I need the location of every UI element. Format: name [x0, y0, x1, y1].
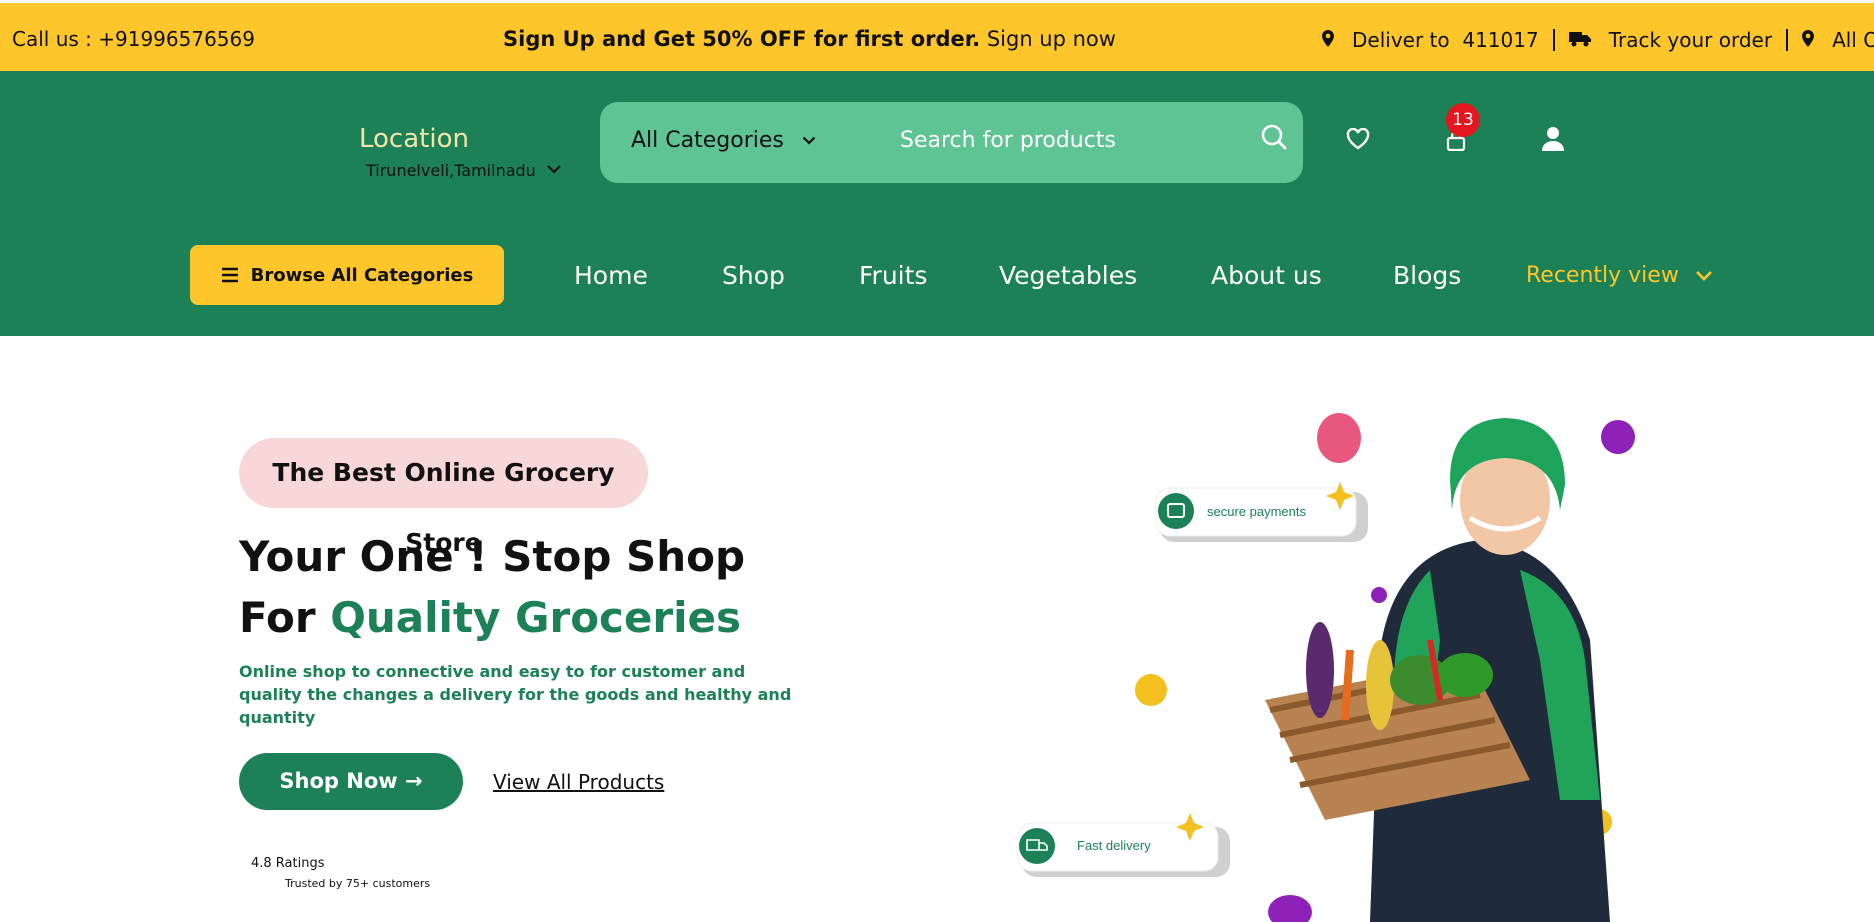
divider	[1552, 29, 1555, 51]
signup-link[interactable]: Sign up now	[987, 27, 1116, 51]
location-pin-icon	[1322, 28, 1334, 52]
delivery-truck-icon	[1019, 828, 1055, 864]
hero-delivery-illustration: secure payments Fast delivery	[1017, 413, 1635, 922]
secure-payments-badge: secure payments	[1155, 482, 1368, 542]
category-select[interactable]: All Categories	[631, 128, 816, 153]
location-pin-icon	[1802, 28, 1815, 52]
secure-payments-label: secure payments	[1207, 504, 1306, 519]
nav-shop[interactable]: Shop	[722, 261, 785, 290]
trusted-by-text: Trusted by 75+ customers	[285, 877, 431, 890]
wallet-icon	[1158, 493, 1194, 529]
hero-description: Online shop to connective and easy to fo…	[239, 662, 792, 727]
hero-tagline-pill: The Best Online Grocery Store	[239, 438, 648, 557]
hero-title: Your One ! Stop Shop For Quality Groceri…	[239, 526, 745, 648]
view-all-products-link[interactable]: View All Products	[493, 770, 664, 794]
decor-dot	[1601, 420, 1635, 454]
nav-fruits[interactable]: Fruits	[859, 261, 927, 290]
hero-title-prefix: For	[239, 593, 316, 642]
main-header: Location Tirunelveli,Tamilnadu All Categ…	[0, 71, 1874, 336]
decor-dot	[1317, 413, 1361, 463]
chevron-down-icon[interactable]	[546, 159, 562, 178]
cart-count-badge: 13	[1446, 103, 1480, 137]
promo-text: Sign Up and Get 50% OFF for first order.	[503, 27, 981, 51]
all-offers-link[interactable]: All Offers	[1832, 28, 1874, 52]
fast-delivery-badge: Fast delivery	[1017, 813, 1230, 877]
truck-icon	[1568, 28, 1591, 52]
nav-blogs[interactable]: Blogs	[1393, 261, 1461, 290]
hero-title-line-1: Your One ! Stop Shop	[239, 532, 746, 581]
decor-dot	[1135, 674, 1167, 706]
track-order-link[interactable]: Track your order	[1609, 28, 1772, 52]
top-announcement-bar: Call us : +91996576569 Sign Up and Get 5…	[0, 3, 1874, 71]
user-account-icon[interactable]	[1541, 126, 1565, 156]
nav-recently-view[interactable]: Recently view	[1526, 263, 1713, 288]
nav-about-us[interactable]: About us	[1211, 261, 1322, 290]
decor-dot	[1268, 895, 1312, 922]
recently-view-label: Recently view	[1526, 263, 1679, 288]
decor-dot	[1371, 587, 1387, 603]
chevron-down-icon	[802, 136, 816, 145]
search-icon[interactable]	[1260, 123, 1288, 155]
search-bar: All Categories	[600, 102, 1303, 183]
browse-button-label: Browse All Categories	[250, 264, 474, 286]
chevron-down-icon	[1695, 271, 1712, 281]
search-input[interactable]	[900, 128, 1240, 153]
shop-now-button[interactable]: Shop Now →	[239, 753, 463, 810]
location-title: Location	[359, 124, 469, 154]
divider	[1786, 29, 1789, 51]
wishlist-heart-icon[interactable]	[1346, 127, 1370, 154]
deliver-to-label: Deliver to	[1352, 28, 1450, 52]
nav-vegetables[interactable]: Vegetables	[999, 261, 1137, 290]
menu-icon	[221, 267, 238, 283]
promo-banner: Sign Up and Get 50% OFF for first order.…	[503, 27, 1116, 51]
category-select-label: All Categories	[631, 128, 784, 153]
nav-home[interactable]: Home	[574, 261, 648, 290]
hero-title-highlight: Quality Groceries	[330, 593, 742, 642]
pincode-value[interactable]: 411017	[1462, 28, 1538, 52]
hero-title-line-2: For Quality Groceries	[239, 587, 745, 648]
fast-delivery-label: Fast delivery	[1077, 838, 1151, 853]
location-value[interactable]: Tirunelveli,Tamilnadu	[366, 161, 536, 180]
topbar-right: Deliver to 411017 Track your order All O…	[1322, 28, 1874, 52]
browse-all-categories-button[interactable]: Browse All Categories	[190, 245, 504, 305]
ratings-text: 4.8 Ratings	[251, 856, 325, 871]
call-us-text: Call us : +91996576569	[12, 27, 255, 51]
